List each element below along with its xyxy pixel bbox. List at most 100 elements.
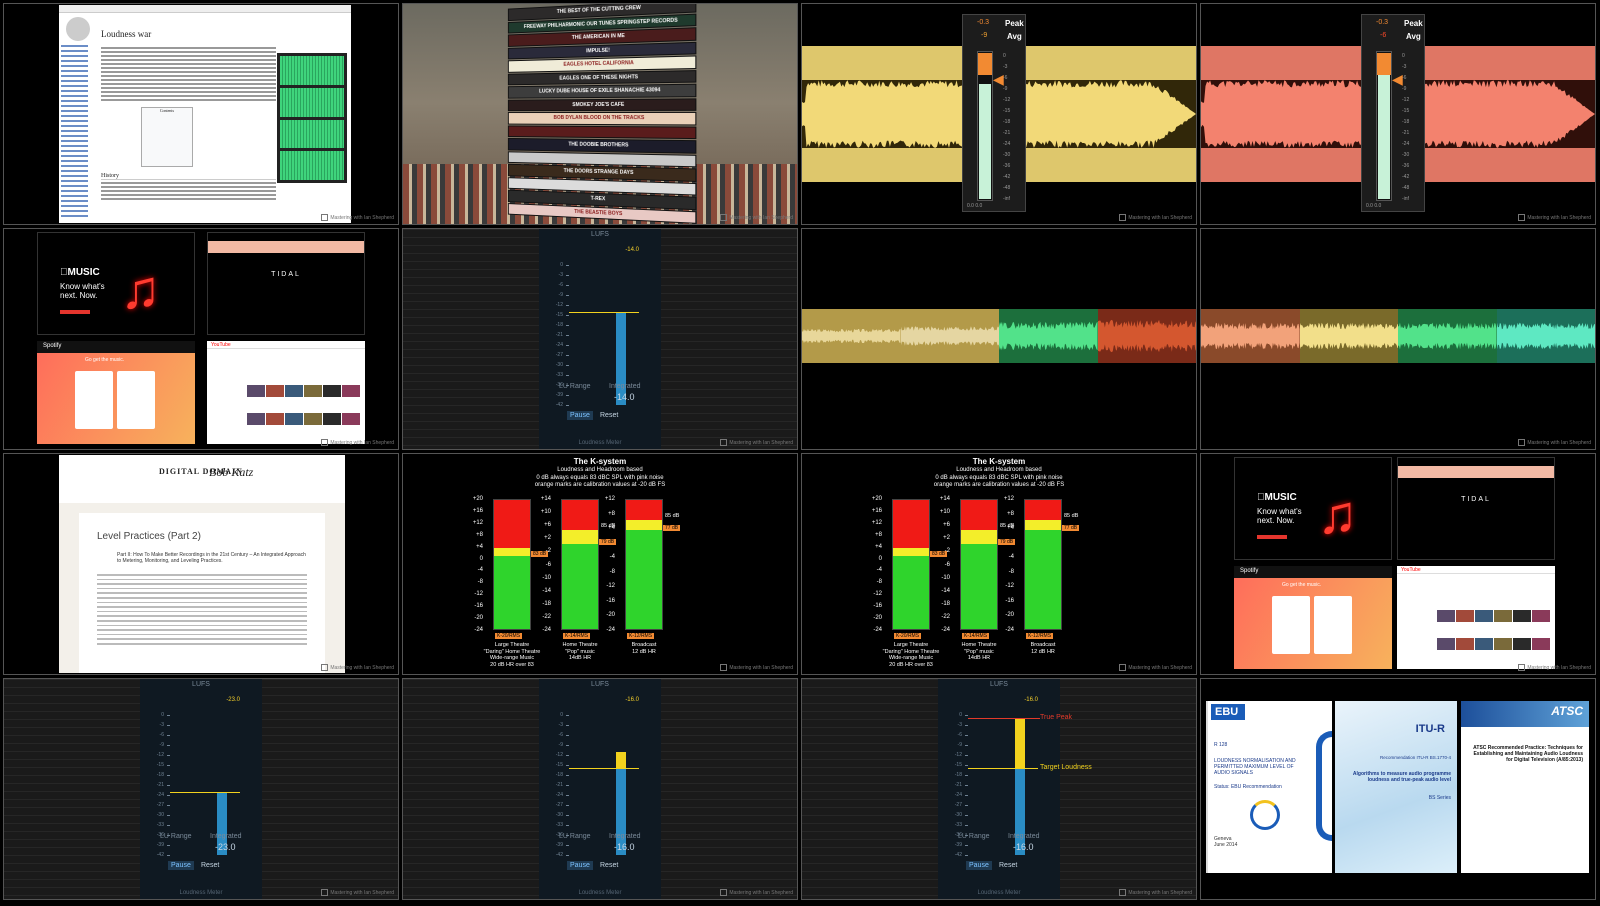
loudness-meter: LUFS -16.0 0 -3 -6 -9 -12 -15 -18 -21 -24 -27 -30 -33… <box>938 679 1060 899</box>
lufs-max-value: -16.0 <box>1024 697 1038 703</box>
scale-label: -12 <box>1402 97 1409 103</box>
watermark: Mastering with Ian Shepherd <box>321 889 394 896</box>
reset-button[interactable]: Reset <box>198 861 222 870</box>
lufs-scale-label: -30 <box>948 812 962 818</box>
tile-waveform-meter-b[interactable]: -0.3 Peak -6 Avg ◀ 0 -3 -6 -9 -12 -15 -18 -21 -2… <box>1200 3 1596 225</box>
tile-lufs-meter-14[interactable]: LUFS -14.0 0 -3 -6 -9 -12 -15 -18 -21 -24 -27 -30 -33… <box>402 228 798 450</box>
ksystem-scale-label: +16 <box>866 508 882 514</box>
loudness-meter: LUFS -16.0 0 -3 -6 -9 -12 -15 -18 -21 -24 -27 -30 -33… <box>539 679 661 899</box>
wiki-sidebar <box>61 17 95 220</box>
avg-value: -6 <box>1380 32 1386 39</box>
ksystem-scale-label: -4 <box>599 554 615 560</box>
reset-button[interactable]: Reset <box>597 411 621 420</box>
lufs-title: LUFS <box>938 681 1060 688</box>
ksystem-top-mark: 85 dB <box>1064 513 1078 519</box>
tile-k-system-b[interactable]: The K-system Loudness and Headroom based 0… <box>801 453 1197 675</box>
true-peak-line <box>968 718 1040 719</box>
lufs-short-term-bar <box>1015 718 1025 768</box>
lufs-scale-label: -9 <box>549 742 563 748</box>
peak-avg-meter: -0.3 Peak -9 Avg ◀ 0 -3 -6 -9 -12 -15 -18 -21 -2… <box>962 14 1026 212</box>
integrated-label: Integrated <box>1008 833 1040 840</box>
scale-label: -15 <box>1003 108 1010 114</box>
ksystem-meter <box>561 499 599 630</box>
video-thumbnail <box>1437 638 1455 650</box>
tile-k-system-a[interactable]: The K-system Loudness and Headroom based 0… <box>402 453 798 675</box>
video-thumbnail <box>1532 638 1550 650</box>
meter-peak-hold <box>1377 53 1391 75</box>
ebu-r128-document: EBU R 128 LOUDNESS NORMALISATION AND PER… <box>1206 701 1332 873</box>
lufs-footer: Loudness Meter <box>938 890 1060 896</box>
ksystem-scale-label: +14 <box>535 496 551 502</box>
lufs-scale-label: -39 <box>948 842 962 848</box>
video-thumbnail <box>1456 638 1474 650</box>
ksystem-scale-label: +10 <box>535 509 551 515</box>
lufs-scale-label: -30 <box>549 812 563 818</box>
ksystem-scale-label: -4 <box>998 554 1014 560</box>
lufs-scale-label: -3 <box>150 722 164 728</box>
video-thumbnail <box>342 385 360 397</box>
tile-streaming-services[interactable]: MUSIC Know what's next. Now. ♫ TIDAL Sp… <box>3 228 399 450</box>
watermark: Mastering with Ian Shepherd <box>720 214 793 221</box>
lu-range-label: LU Range <box>559 383 591 390</box>
lufs-scale-label: -42 <box>549 852 563 858</box>
tile-waveform-meter-a[interactable]: -0.3 Peak -9 Avg ◀ 0 -3 -6 -9 -12 -15 -18 -21 -2… <box>801 3 1197 225</box>
video-thumbnail <box>247 385 265 397</box>
tidal-screenshot: TIDAL <box>1397 457 1555 560</box>
video-thumbnail <box>266 385 284 397</box>
ksystem-caption: 12 dB HR <box>597 649 691 656</box>
scale-label: -36 <box>1402 163 1409 169</box>
tile-level-practices-article[interactable]: DIGITAL DOMAIN Bob Katz Level Practices … <box>3 453 399 675</box>
spotify-tagline: Go get the music. <box>85 357 124 363</box>
scale-label: -42 <box>1402 174 1409 180</box>
lufs-scale-label: 0 <box>549 712 563 718</box>
watermark: Mastering with Ian Shepherd <box>1119 664 1192 671</box>
tile-waveform-strips-b[interactable]: Mastering with Ian Shepherd <box>1200 228 1596 450</box>
scale-label: -36 <box>1003 163 1010 169</box>
watermark: Mastering with Ian Shepherd <box>1518 214 1591 221</box>
tile-streaming-services-2[interactable]: MUSIC Know what's next. Now. ♫ TIDAL Sp… <box>1200 453 1596 675</box>
reset-button[interactable]: Reset <box>996 861 1020 870</box>
ksystem-cal-mark: 79 dB <box>599 539 616 545</box>
ksystem-scale-label: -12 <box>866 591 882 597</box>
peak-label: Peak <box>1005 19 1024 28</box>
lufs-target-line <box>968 768 1038 769</box>
video-thumbnail <box>1494 638 1512 650</box>
lufs-scale-label: -33 <box>549 372 563 378</box>
meter-fill <box>979 84 991 199</box>
ksystem-scale-label: -16 <box>599 598 615 604</box>
reset-button[interactable]: Reset <box>597 861 621 870</box>
lufs-footer: Loudness Meter <box>539 890 661 896</box>
lufs-scale-label: -12 <box>150 752 164 758</box>
peak-value: -0.3 <box>1376 19 1388 26</box>
tile-lufs-meter-16[interactable]: LUFS -16.0 0 -3 -6 -9 -12 -15 -18 -21 -24 -27 -30 -33… <box>402 678 798 900</box>
lufs-scale-label: -39 <box>549 392 563 398</box>
strip-red <box>1098 309 1197 363</box>
scale-label: -18 <box>1402 119 1409 125</box>
lufs-scale-label: -15 <box>549 312 563 318</box>
scale-label: -inf <box>1003 196 1010 202</box>
ksystem-scale-label: +6 <box>934 522 950 528</box>
ksystem-line1: Loudness and Headroom based <box>403 467 797 473</box>
tile-wikipedia-loudness-war[interactable]: Loudness war Contents History Mastering … <box>3 3 399 225</box>
true-peak-label: True Peak <box>1040 714 1072 721</box>
pause-button[interactable]: Pause <box>567 411 593 420</box>
pause-button[interactable]: Pause <box>168 861 194 870</box>
tile-cd-stack-photo[interactable]: THE BEST OF THE CUTTING CREW FREEWAY PHIL… <box>402 3 798 225</box>
tile-lufs-meter-16-annotated[interactable]: LUFS -16.0 0 -3 -6 -9 -12 -15 -18 -21 -24 -27 -30 -33… <box>801 678 1197 900</box>
tile-lufs-meter-23[interactable]: LUFS -23.0 0 -3 -6 -9 -12 -15 -18 -21 -24 -27 -30 -33… <box>3 678 399 900</box>
ksystem-scale-label: +12 <box>599 496 615 502</box>
spotify-tagline: Go get the music. <box>1282 582 1321 588</box>
ksystem-top-mark: 85 dB <box>601 523 615 529</box>
cd-store-photo: THE BEST OF THE CUTTING CREW FREEWAY PHIL… <box>403 4 797 224</box>
wiki-body: Contents History <box>101 45 276 202</box>
cd-case <box>508 125 697 139</box>
tile-loudness-standards[interactable]: EBU R 128 LOUDNESS NORMALISATION AND PER… <box>1200 678 1596 900</box>
watermark: Mastering with Ian Shepherd <box>720 664 793 671</box>
pause-button[interactable]: Pause <box>567 861 593 870</box>
pause-button[interactable]: Pause <box>966 861 992 870</box>
ksystem-scale-label: +8 <box>866 532 882 538</box>
tile-waveform-strips-a[interactable] <box>801 228 1197 450</box>
lufs-scale-label: -27 <box>948 802 962 808</box>
ksystem-scale-label: -10 <box>535 575 551 581</box>
ksystem-meter <box>892 499 930 630</box>
